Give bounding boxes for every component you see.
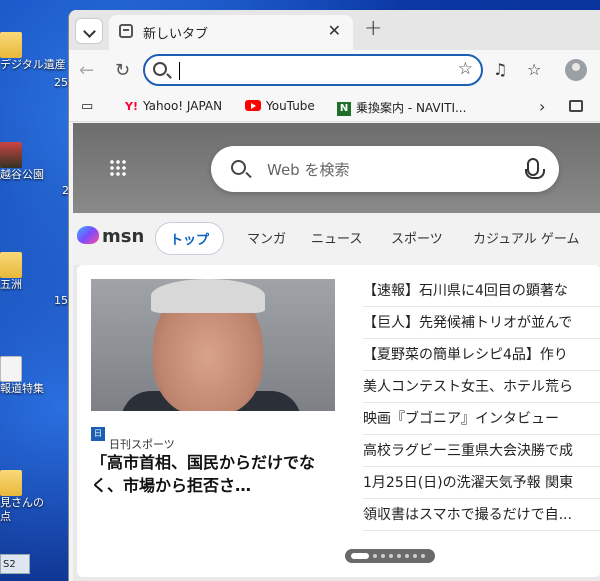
- refresh-icon[interactable]: ↻: [115, 60, 130, 81]
- pager-dot[interactable]: [405, 554, 409, 558]
- youtube-icon: [245, 100, 261, 111]
- close-icon[interactable]: ✕: [328, 21, 341, 40]
- news-feed: 日刊 日刊スポーツ 「高市首相、国民からだけでなく、市場から拒否さ… 【速報】石川…: [77, 265, 600, 577]
- taskbar-item[interactable]: S2: [0, 554, 30, 574]
- bookmark-navitime[interactable]: N 乗換案内 - NAVITI...: [337, 99, 466, 116]
- document-icon: [0, 356, 22, 382]
- desktop-icon-houdou[interactable]: 報道特集: [0, 356, 72, 396]
- new-tab-button[interactable]: +: [364, 16, 382, 41]
- tab-casual-games[interactable]: カジュアル ゲーム: [473, 228, 579, 247]
- pager-dot[interactable]: [373, 554, 377, 558]
- lead-story-headline[interactable]: 「高市首相、国民からだけでなく、市場から拒否さ…: [91, 451, 341, 497]
- msn-butterfly-icon: [77, 226, 99, 244]
- toolbar: ← ↻ ☆ ♫ ☆: [69, 50, 600, 92]
- address-bar[interactable]: ☆: [143, 54, 483, 86]
- navitime-icon: N: [337, 101, 351, 116]
- pager-dot[interactable]: [413, 554, 417, 558]
- favorites-icon[interactable]: ☆: [527, 60, 541, 79]
- new-tab-page: Web を検索 msn トップ マンガ ニュース スポーツ カジュアル ゲーム …: [73, 123, 600, 581]
- desktop-icon-digital[interactable]: デジタル遺産 25: [0, 32, 72, 89]
- pager-dot[interactable]: [421, 554, 425, 558]
- desktop-icon-label: 越谷公園: [0, 168, 44, 181]
- desktop-icon-label: デジタル遺産: [0, 58, 66, 71]
- search-icon: [231, 160, 246, 175]
- bookmark-youtube[interactable]: YouTube: [245, 99, 315, 113]
- chevron-right-icon[interactable]: ›: [539, 97, 545, 116]
- headline-item[interactable]: 【巨人】先発候補トリオが並んで: [363, 307, 600, 339]
- tab-manga[interactable]: マンガ: [247, 228, 286, 247]
- pager-dot[interactable]: [389, 554, 393, 558]
- yahoo-icon: Y!: [125, 100, 138, 113]
- bookmark-yahoo[interactable]: Y! Yahoo! JAPAN: [125, 99, 222, 113]
- reading-view-icon[interactable]: ▭: [81, 99, 93, 114]
- carousel-pager[interactable]: [345, 549, 435, 563]
- favorite-star-icon[interactable]: ☆: [458, 59, 473, 79]
- tab-title: 新しいタブ: [143, 27, 209, 42]
- pager-dot[interactable]: [381, 554, 385, 558]
- headline-item[interactable]: 【速報】石川県に4回目の顕著な: [363, 275, 600, 307]
- hero-background: Web を検索: [73, 123, 600, 213]
- pager-dot[interactable]: [397, 554, 401, 558]
- folder-icon: [0, 470, 22, 496]
- headline-item[interactable]: 【夏野菜の簡単レシピ4品】作り: [363, 339, 600, 371]
- headline-item[interactable]: 美人コンテスト女王、ホテル荒ら: [363, 371, 600, 403]
- headline-item[interactable]: 1月25日(日)の洗濯天気予報 関東: [363, 467, 600, 499]
- desktop-icon-label: 五洲: [0, 278, 22, 291]
- bookmarks-bar: ▭ Y! Yahoo! JAPAN YouTube N 乗換案内 - NAVITI.…: [69, 92, 600, 122]
- tab-new-tab[interactable]: 新しいタブ ✕: [109, 15, 353, 50]
- tab-top[interactable]: トップ: [155, 222, 225, 255]
- desktop-icon-goshu[interactable]: 五洲 15: [0, 252, 72, 307]
- desktop-icon-label: 報道特集: [0, 382, 44, 395]
- web-search-placeholder: Web を検索: [267, 161, 350, 179]
- text-caret: [179, 62, 180, 80]
- desktop-icon-label: 点: [0, 510, 11, 523]
- desktop-icon-label: 見さんの: [0, 496, 44, 509]
- web-search-box[interactable]: Web を検索: [211, 146, 559, 192]
- folder-icon: [0, 252, 22, 278]
- folder-icon: [0, 32, 22, 58]
- lead-story-source: 日刊 日刊スポーツ: [91, 427, 175, 452]
- lead-story-image[interactable]: [91, 279, 335, 411]
- headline-item[interactable]: 領収書はスマホで撮るだけで自...: [363, 499, 600, 531]
- browser-window: 新しいタブ ✕ + ← ↻ ☆ ♫ ☆ ▭ Y! Yahoo! JAPAN You…: [68, 10, 600, 581]
- microphone-icon[interactable]: [525, 158, 545, 179]
- app-launcher-icon[interactable]: [109, 159, 127, 177]
- desktop-icon-koshigaya[interactable]: 越谷公園 2: [0, 142, 72, 197]
- desktop-icon-mi[interactable]: 見さんの 点: [0, 470, 72, 524]
- tab-actions-menu-button[interactable]: [75, 18, 103, 44]
- msn-logo[interactable]: msn: [77, 226, 144, 247]
- media-control-icon[interactable]: ♫: [493, 60, 507, 79]
- other-favorites-folder-icon[interactable]: [569, 100, 583, 112]
- tab-news[interactable]: ニュース: [311, 228, 362, 247]
- msn-nav-bar: msn トップ マンガ ニュース スポーツ カジュアル ゲーム: [73, 213, 600, 265]
- profile-avatar[interactable]: [565, 59, 587, 81]
- search-icon: [153, 62, 167, 76]
- tab-sports[interactable]: スポーツ: [391, 228, 443, 247]
- back-icon[interactable]: ←: [79, 60, 94, 81]
- headline-item[interactable]: 映画『ブゴニア』インタビュー: [363, 403, 600, 435]
- headline-list: 【速報】石川県に4回目の顕著な 【巨人】先発候補トリオが並んで 【夏野菜の簡単レ…: [363, 275, 600, 531]
- photo-icon: [0, 142, 22, 168]
- tab-strip: 新しいタブ ✕ +: [69, 10, 600, 50]
- pager-dot[interactable]: [351, 553, 369, 559]
- new-tab-page-icon: [119, 24, 133, 38]
- headline-item[interactable]: 高校ラグビー三重県大会決勝で成: [363, 435, 600, 467]
- nikkan-sports-icon: 日刊: [91, 427, 105, 452]
